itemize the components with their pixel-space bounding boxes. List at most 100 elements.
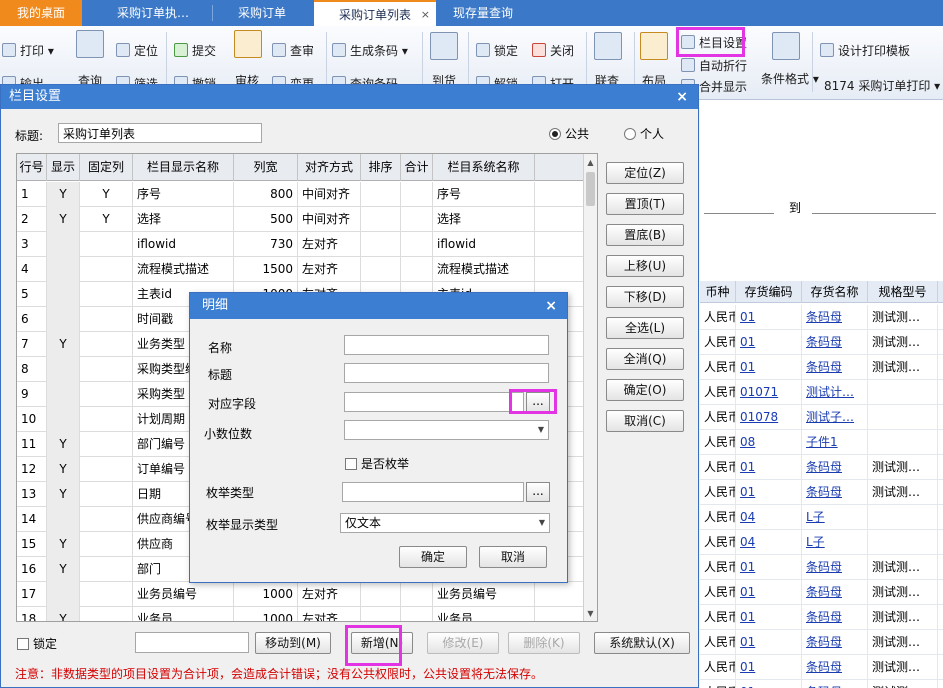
cell-align[interactable]: 左对齐: [298, 607, 361, 621]
cell-visible[interactable]: Y: [47, 482, 80, 507]
caption-input[interactable]: [344, 363, 549, 383]
cell-visible[interactable]: [47, 582, 80, 607]
design-print-template-button[interactable]: 设计打印模板: [820, 42, 910, 59]
cell-visible[interactable]: Y: [47, 607, 80, 621]
cell-system-name[interactable]: 序号: [433, 182, 535, 207]
col-inventory-name[interactable]: 存货名称: [802, 281, 868, 303]
join-query-button[interactable]: [594, 32, 622, 61]
cell-display-name[interactable]: 业务员编号: [133, 582, 234, 607]
col-currency[interactable]: 币种: [700, 281, 736, 303]
field-browse-button[interactable]: ...: [526, 392, 550, 412]
cell-fixed[interactable]: [80, 507, 133, 532]
cond-format-button[interactable]: [772, 32, 800, 61]
grid-row[interactable]: 1 Y Y 序号 800 中间对齐 序号: [17, 182, 585, 207]
add-button[interactable]: 新增(N): [351, 632, 413, 654]
list-row[interactable]: 人民币01条码母测试测…: [700, 305, 943, 330]
list-row[interactable]: 人民币01071测试计…: [700, 380, 943, 405]
cell-inventory-name[interactable]: 条码母: [802, 555, 868, 580]
cell-row-no[interactable]: 16: [17, 557, 47, 582]
close-icon[interactable]: ×: [676, 85, 688, 109]
cell-inventory-code[interactable]: 01: [736, 355, 802, 380]
cell-visible[interactable]: [47, 282, 80, 307]
grid-row[interactable]: 18 Y 业务员 1000 左对齐 业务员: [17, 607, 585, 621]
cell-inventory-code[interactable]: 01: [736, 680, 802, 688]
cell-inventory-name[interactable]: 条码母: [802, 655, 868, 680]
cell-align[interactable]: 左对齐: [298, 232, 361, 257]
title-input[interactable]: [58, 123, 262, 143]
cell-visible[interactable]: Y: [47, 432, 80, 457]
cell-visible[interactable]: Y: [47, 207, 80, 232]
cell-total[interactable]: [401, 182, 433, 207]
cell-row-no[interactable]: 4: [17, 257, 47, 282]
cell-inventory-code[interactable]: 01: [736, 655, 802, 680]
cell-inventory-name[interactable]: 条码母: [802, 480, 868, 505]
list-row[interactable]: 人民币01078测试子…: [700, 405, 943, 430]
top-button[interactable]: 置顶(T): [606, 193, 684, 215]
cell-visible[interactable]: Y: [47, 557, 80, 582]
query-button[interactable]: [76, 30, 104, 59]
system-default-button[interactable]: 系统默认(X): [594, 632, 690, 654]
cell-width[interactable]: 800: [234, 182, 298, 207]
is-enum-checkbox[interactable]: 是否枚举: [345, 455, 409, 472]
cell-align[interactable]: 左对齐: [298, 582, 361, 607]
tab-my-desktop[interactable]: 我的桌面: [0, 0, 82, 26]
cell-total[interactable]: [401, 232, 433, 257]
gen-barcode-button[interactable]: 生成条码 ▾: [332, 42, 408, 59]
detail-ok-button[interactable]: 确定: [399, 546, 467, 568]
radio-private[interactable]: 个人: [624, 125, 664, 142]
cell-row-no[interactable]: 1: [17, 182, 47, 207]
col-align[interactable]: 对齐方式: [298, 154, 361, 181]
cell-align[interactable]: 左对齐: [298, 257, 361, 282]
cell-fixed[interactable]: [80, 407, 133, 432]
arrival-button[interactable]: [430, 32, 458, 61]
locate-button[interactable]: 定位(Z): [606, 162, 684, 184]
grid-row[interactable]: 3 iflowid 730 左对齐 iflowid: [17, 232, 585, 257]
cell-fixed[interactable]: [80, 557, 133, 582]
cell-inventory-name[interactable]: L子: [802, 530, 868, 555]
cell-inventory-name[interactable]: 条码母: [802, 680, 868, 688]
scroll-down-icon[interactable]: ▼: [584, 607, 597, 621]
cell-inventory-code[interactable]: 01: [736, 630, 802, 655]
list-row[interactable]: 人民币01条码母测试测…: [700, 580, 943, 605]
cell-fixed[interactable]: [80, 482, 133, 507]
col-total[interactable]: 合计: [401, 154, 433, 181]
grid-scrollbar[interactable]: ▲ ▼: [583, 154, 597, 621]
close-icon[interactable]: ×: [545, 293, 557, 319]
cell-inventory-code[interactable]: 01078: [736, 405, 802, 430]
cell-sort[interactable]: [361, 582, 401, 607]
col-visible[interactable]: 显示: [47, 154, 80, 181]
col-display-name[interactable]: 栏目显示名称: [133, 154, 234, 181]
col-width[interactable]: 列宽: [234, 154, 298, 181]
detail-cancel-button[interactable]: 取消: [479, 546, 547, 568]
range-from-field[interactable]: [704, 213, 774, 214]
cell-row-no[interactable]: 9: [17, 382, 47, 407]
cell-fixed[interactable]: [80, 332, 133, 357]
cell-visible[interactable]: [47, 507, 80, 532]
list-row[interactable]: 人民币04L子: [700, 530, 943, 555]
move-down-button[interactable]: 下移(D): [606, 286, 684, 308]
cell-row-no[interactable]: 15: [17, 532, 47, 557]
cell-inventory-code[interactable]: 01: [736, 555, 802, 580]
grid-row[interactable]: 2 Y Y 选择 500 中间对齐 选择: [17, 207, 585, 232]
cell-inventory-name[interactable]: 条码母: [802, 355, 868, 380]
modify-button[interactable]: 修改(E): [427, 632, 499, 654]
lock-button[interactable]: 锁定: [476, 42, 518, 59]
audit-button[interactable]: 查审: [272, 42, 314, 59]
radio-public[interactable]: 公共: [549, 125, 589, 142]
cell-width[interactable]: 500: [234, 207, 298, 232]
cell-row-no[interactable]: 8: [17, 357, 47, 382]
decimals-select[interactable]: ▼: [344, 420, 549, 440]
cell-visible[interactable]: [47, 407, 80, 432]
col-system-name[interactable]: 栏目系统名称: [433, 154, 535, 181]
cell-fixed[interactable]: [80, 232, 133, 257]
field-input[interactable]: [344, 392, 524, 412]
cell-visible[interactable]: [47, 307, 80, 332]
cell-visible[interactable]: [47, 382, 80, 407]
cell-row-no[interactable]: 2: [17, 207, 47, 232]
cell-row-no[interactable]: 3: [17, 232, 47, 257]
cell-inventory-code[interactable]: 01: [736, 330, 802, 355]
cell-sort[interactable]: [361, 207, 401, 232]
cell-row-no[interactable]: 6: [17, 307, 47, 332]
cell-fixed[interactable]: [80, 382, 133, 407]
cell-fixed[interactable]: [80, 282, 133, 307]
